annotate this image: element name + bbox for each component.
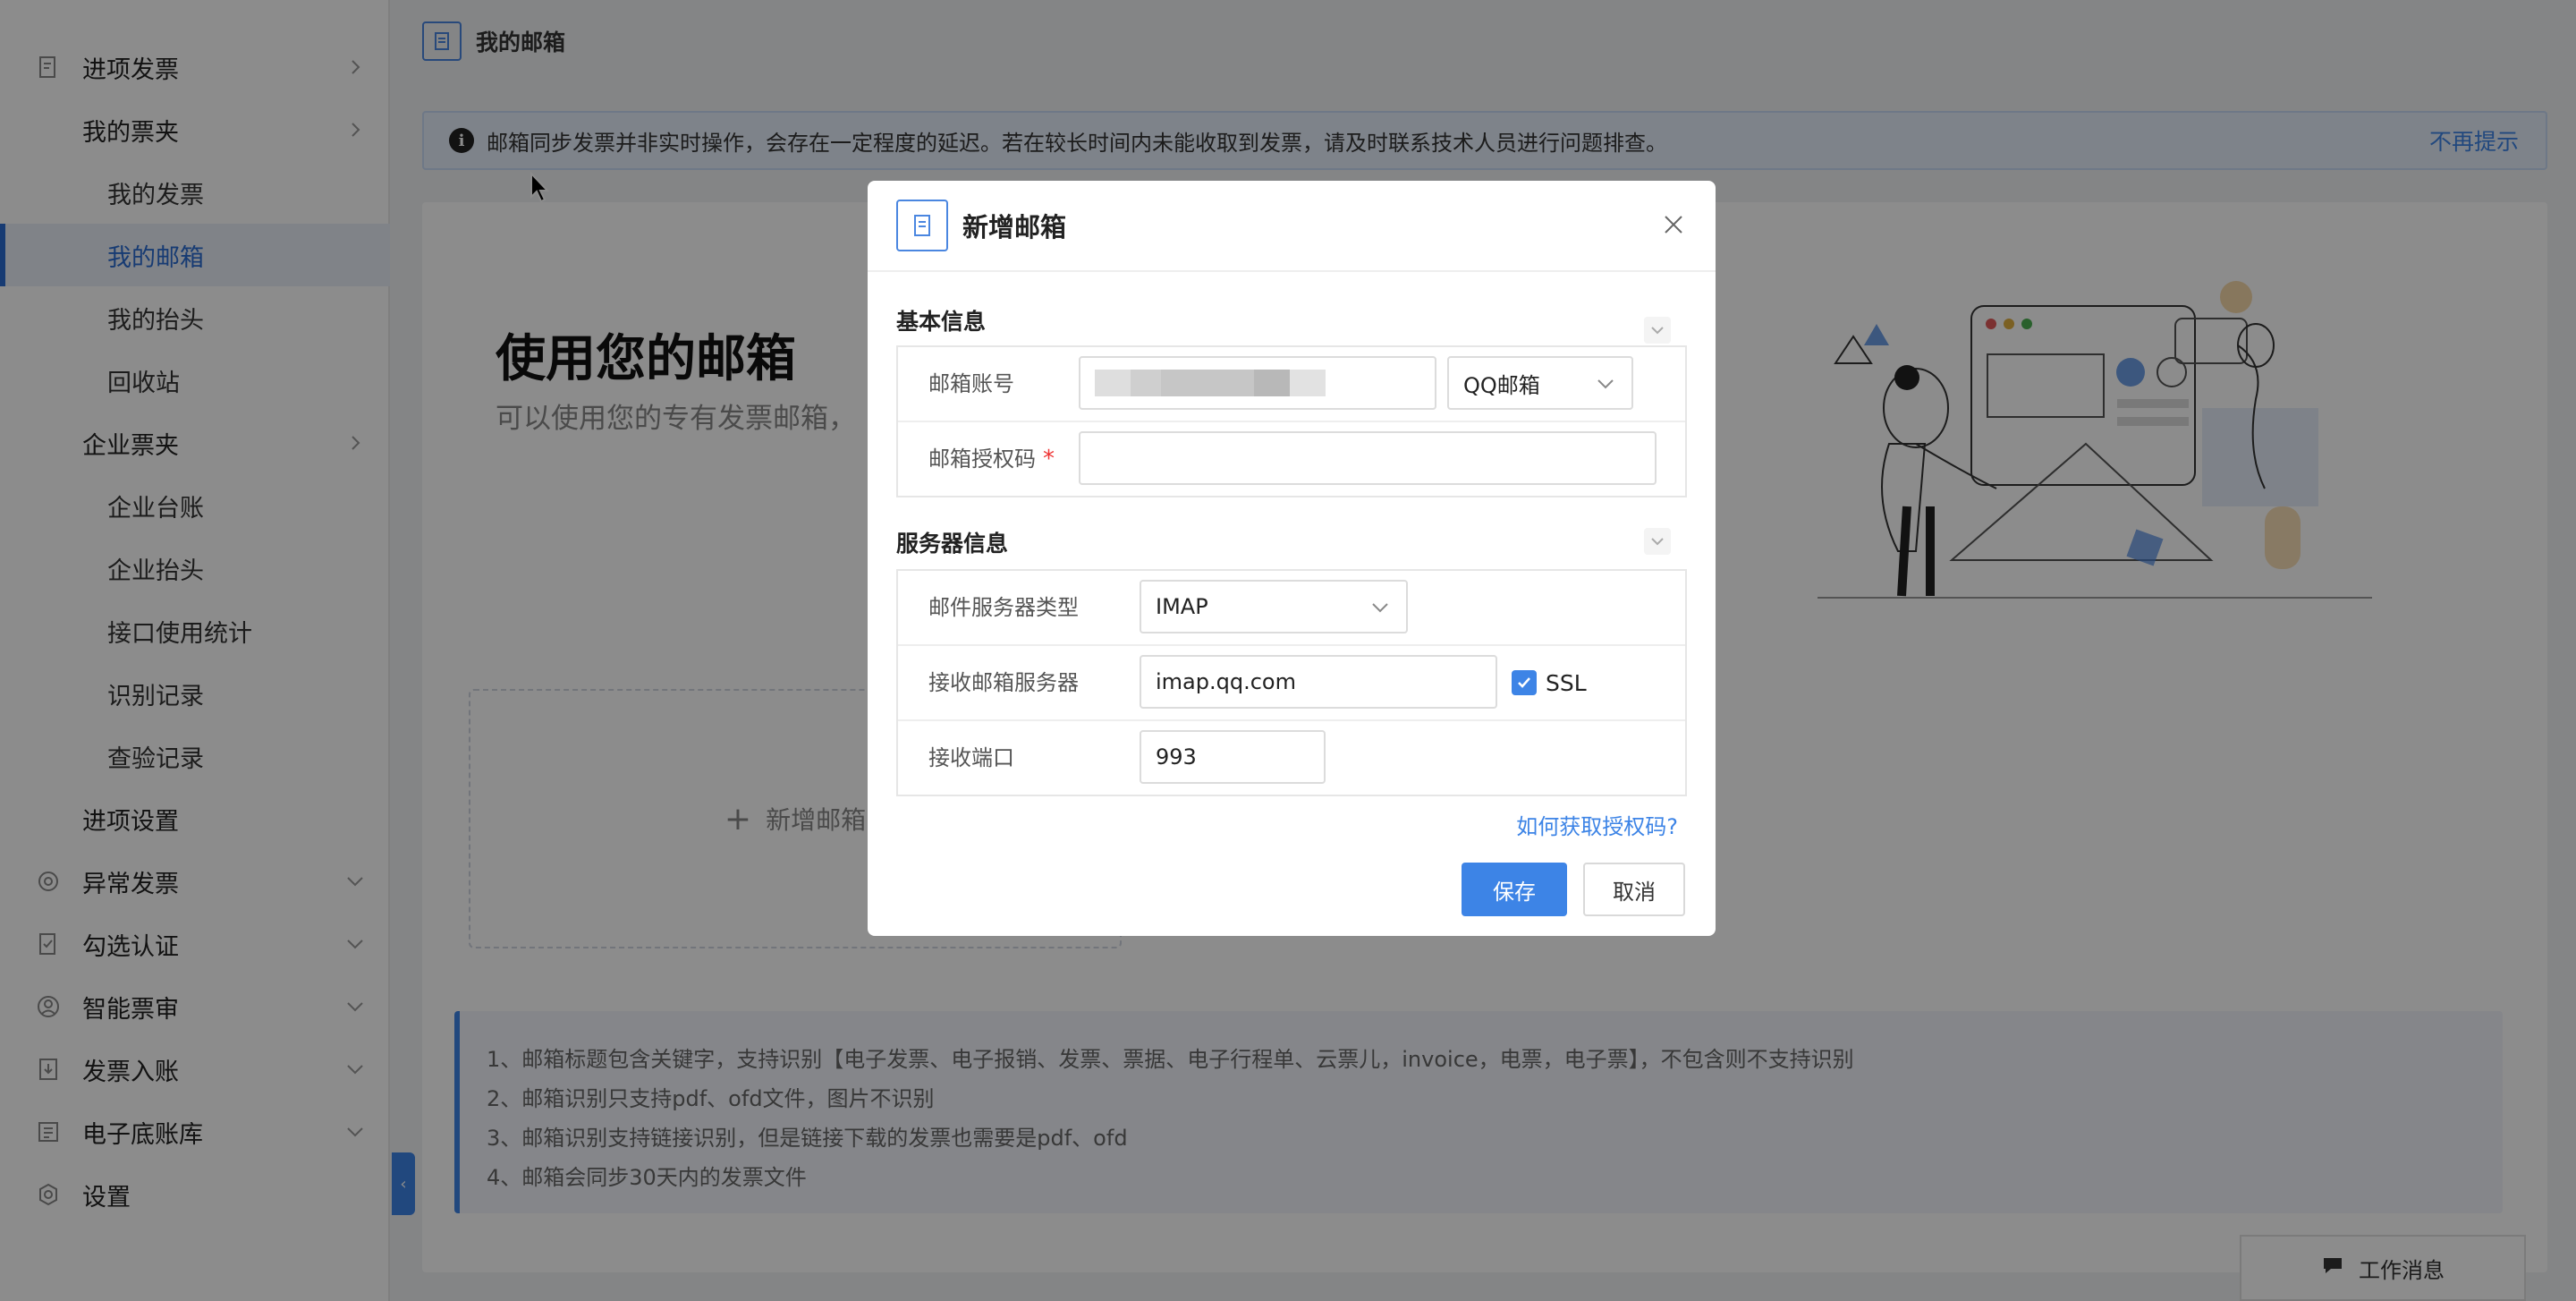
basic-info-form: 邮箱账号 QQ邮箱 邮箱授权码 * xyxy=(896,345,1687,497)
close-icon[interactable] xyxy=(1660,211,1687,238)
server-type-select[interactable]: IMAP xyxy=(1140,580,1408,633)
mail-type-select[interactable]: QQ邮箱 xyxy=(1447,356,1633,410)
checkmark-icon xyxy=(1512,670,1537,695)
save-button[interactable]: 保存 xyxy=(1462,863,1567,916)
receive-server-input[interactable]: imap.qq.com xyxy=(1140,655,1497,709)
chevron-down-icon xyxy=(1597,379,1614,389)
add-mailbox-dialog: 新增邮箱 基本信息 邮箱账号 QQ邮箱 邮箱授权码 * 服务器信息 邮件服务器类… xyxy=(868,181,1716,936)
auth-code-label: 邮箱授权码 * xyxy=(928,446,1055,472)
account-row: 邮箱账号 QQ邮箱 xyxy=(898,347,1685,422)
server-type-row: 邮件服务器类型 IMAP xyxy=(898,571,1685,646)
cancel-button[interactable]: 取消 xyxy=(1583,863,1685,916)
ssl-checkbox[interactable]: SSL xyxy=(1512,646,1587,719)
port-label: 接收端口 xyxy=(928,745,1014,770)
dialog-title: 新增邮箱 xyxy=(962,212,1067,242)
server-info-section-title: 服务器信息 xyxy=(896,531,1009,557)
basic-info-section-title: 基本信息 xyxy=(896,309,987,335)
chevron-down-icon xyxy=(1372,603,1388,613)
chevron-down-icon[interactable] xyxy=(1644,317,1671,344)
dialog-header: 新增邮箱 xyxy=(868,181,1716,272)
receive-server-label: 接收邮箱服务器 xyxy=(928,670,1079,695)
port-input[interactable]: 993 xyxy=(1140,730,1326,784)
port-row: 接收端口 993 xyxy=(898,721,1685,795)
server-type-value: IMAP xyxy=(1156,594,1208,619)
chevron-down-icon[interactable] xyxy=(1644,528,1671,555)
required-asterisk-icon: * xyxy=(1043,446,1055,472)
ssl-label: SSL xyxy=(1546,669,1587,696)
how-to-get-auth-code-link[interactable]: 如何获取授权码? xyxy=(1516,809,1678,840)
account-label: 邮箱账号 xyxy=(928,371,1014,396)
server-info-form: 邮件服务器类型 IMAP 接收邮箱服务器 imap.qq.com SSL 接收端… xyxy=(896,569,1687,796)
email-account-input[interactable] xyxy=(1079,356,1436,410)
auth-code-input[interactable] xyxy=(1079,431,1657,485)
server-type-label: 邮件服务器类型 xyxy=(928,595,1079,620)
receive-server-row: 接收邮箱服务器 imap.qq.com SSL xyxy=(898,646,1685,721)
mailbox-icon xyxy=(896,200,948,251)
masked-account-value xyxy=(1095,370,1326,396)
mail-type-value: QQ邮箱 xyxy=(1463,372,1540,398)
auth-code-row: 邮箱授权码 * xyxy=(898,422,1685,496)
